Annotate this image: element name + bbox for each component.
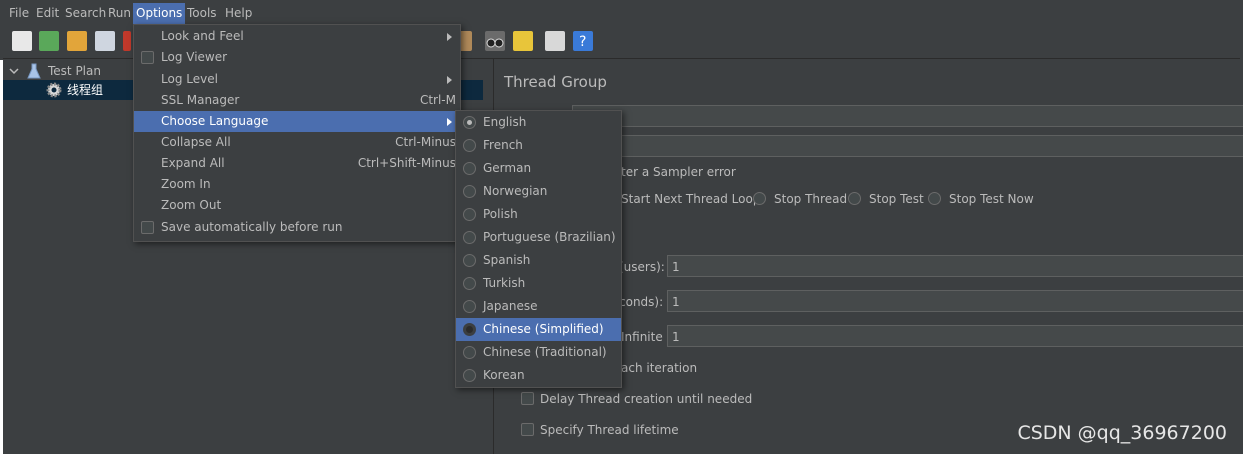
language-chinese-simplified[interactable]: Chinese (Simplified): [456, 318, 621, 341]
language-submenu: English French German Norwegian Polish P…: [455, 110, 622, 388]
radio-stop-test-now[interactable]: [928, 192, 941, 205]
comments-field[interactable]: [572, 135, 1243, 157]
menu-item-log-viewer[interactable]: Log Viewer: [134, 47, 460, 68]
templates-icon[interactable]: [39, 31, 59, 51]
language-korean[interactable]: Korean: [456, 364, 621, 387]
log-viewer-checkbox[interactable]: [141, 51, 154, 64]
language-spanish[interactable]: Spanish: [456, 249, 621, 272]
radio-label-stop-test[interactable]: Stop Test: [869, 192, 924, 206]
infinite-label: Infinite: [621, 330, 663, 344]
language-radio[interactable]: [463, 323, 476, 336]
save-icon[interactable]: [95, 31, 115, 51]
watermark: CSDN @qq_36967200: [1017, 422, 1227, 444]
language-japanese[interactable]: Japanese: [456, 295, 621, 318]
gear-icon: [45, 80, 63, 100]
radio-fill-icon: [466, 326, 473, 333]
users-label: (users):: [619, 260, 665, 274]
menu-edit[interactable]: Edit: [33, 3, 62, 24]
ramp-up-input[interactable]: 1: [667, 290, 1243, 312]
language-polish[interactable]: Polish: [456, 203, 621, 226]
language-radio[interactable]: [463, 254, 476, 267]
panel-title: Thread Group: [504, 73, 607, 91]
language-radio[interactable]: [463, 116, 476, 129]
menu-file[interactable]: File: [6, 3, 32, 24]
same-user-iteration-label: ach iteration: [621, 361, 698, 375]
open-icon[interactable]: [67, 31, 87, 51]
menu-item-expand-all[interactable]: Expand All Ctrl+Shift-Minus: [134, 153, 460, 174]
menu-options[interactable]: Options: [133, 3, 186, 24]
language-portuguese-brazilian[interactable]: Portuguese (Brazilian): [456, 226, 621, 249]
menu-item-log-level[interactable]: Log Level: [134, 69, 460, 90]
submenu-arrow-icon: [447, 33, 452, 41]
menu-bar: File Edit Search Run Options Tools Help: [3, 3, 1240, 24]
function-list-icon[interactable]: [545, 31, 565, 51]
language-radio[interactable]: [463, 208, 476, 221]
reset-broom-icon[interactable]: [513, 31, 533, 51]
search-binoculars-icon[interactable]: [485, 31, 505, 51]
menu-help[interactable]: Help: [222, 3, 255, 24]
language-english[interactable]: English: [456, 111, 621, 134]
name-field[interactable]: [572, 105, 1243, 127]
language-radio[interactable]: [463, 162, 476, 175]
shortcut-collapse-all: Ctrl-Minus: [395, 135, 456, 149]
language-radio[interactable]: [463, 277, 476, 290]
menu-run[interactable]: Run: [105, 3, 134, 24]
language-radio[interactable]: [463, 346, 476, 359]
menu-search[interactable]: Search: [62, 3, 109, 24]
delay-thread-checkbox[interactable]: [521, 392, 534, 405]
sampler-error-label: ter a Sampler error: [621, 165, 736, 179]
language-chinese-traditional[interactable]: Chinese (Traditional): [456, 341, 621, 364]
delay-thread-label[interactable]: Delay Thread creation until needed: [540, 392, 752, 406]
language-radio[interactable]: [463, 139, 476, 152]
menu-item-zoom-out[interactable]: Zoom Out: [134, 195, 460, 216]
language-radio[interactable]: [463, 369, 476, 382]
shortcut-ssl-manager: Ctrl-M: [419, 93, 456, 107]
radio-stop-test[interactable]: [848, 192, 861, 205]
thread-lifetime-label[interactable]: Specify Thread lifetime: [540, 423, 679, 437]
radio-label-stop-thread[interactable]: Stop Thread: [774, 192, 847, 206]
language-german[interactable]: German: [456, 157, 621, 180]
language-radio[interactable]: [463, 231, 476, 244]
tree-node-thread-group[interactable]: 线程组: [67, 80, 103, 100]
menu-tools[interactable]: Tools: [184, 3, 220, 24]
radio-label-stop-test-now[interactable]: Stop Test Now: [949, 192, 1034, 206]
menu-item-ssl-manager[interactable]: SSL Manager Ctrl-M: [134, 90, 460, 111]
radio-label-start-next[interactable]: Start Next Thread Loop: [621, 192, 760, 206]
svg-text:?: ?: [579, 34, 586, 50]
language-norwegian[interactable]: Norwegian: [456, 180, 621, 203]
menu-item-look-and-feel[interactable]: Look and Feel: [134, 26, 460, 47]
submenu-arrow-icon: [447, 76, 452, 84]
threads-input[interactable]: 1: [667, 255, 1243, 277]
cut-icon[interactable]: [123, 31, 131, 51]
ramp-up-label: conds):: [619, 295, 664, 309]
menu-item-save-automatically[interactable]: Save automatically before run: [134, 217, 460, 238]
language-turkish[interactable]: Turkish: [456, 272, 621, 295]
tree-expand-icon[interactable]: [9, 61, 19, 81]
submenu-arrow-icon: [447, 118, 452, 126]
help-icon[interactable]: ?: [573, 31, 593, 51]
thread-lifetime-checkbox[interactable]: [521, 423, 534, 436]
tree-node-test-plan[interactable]: Test Plan: [48, 61, 101, 81]
flask-icon: [27, 61, 41, 81]
options-menu: Look and Feel Log Viewer Log Level SSL M…: [133, 24, 461, 242]
save-automatically-checkbox[interactable]: [141, 221, 154, 234]
selected-dot-icon: [467, 120, 472, 125]
language-radio[interactable]: [463, 300, 476, 313]
new-icon[interactable]: [12, 31, 32, 51]
language-radio[interactable]: [463, 185, 476, 198]
menu-item-collapse-all[interactable]: Collapse All Ctrl-Minus: [134, 132, 460, 153]
language-french[interactable]: French: [456, 134, 621, 157]
shortcut-expand-all: Ctrl+Shift-Minus: [357, 156, 456, 170]
loop-count-input[interactable]: 1: [667, 325, 1243, 347]
menu-item-zoom-in[interactable]: Zoom In: [134, 174, 460, 195]
menu-item-choose-language[interactable]: Choose Language: [134, 111, 460, 132]
radio-stop-thread[interactable]: [753, 192, 766, 205]
